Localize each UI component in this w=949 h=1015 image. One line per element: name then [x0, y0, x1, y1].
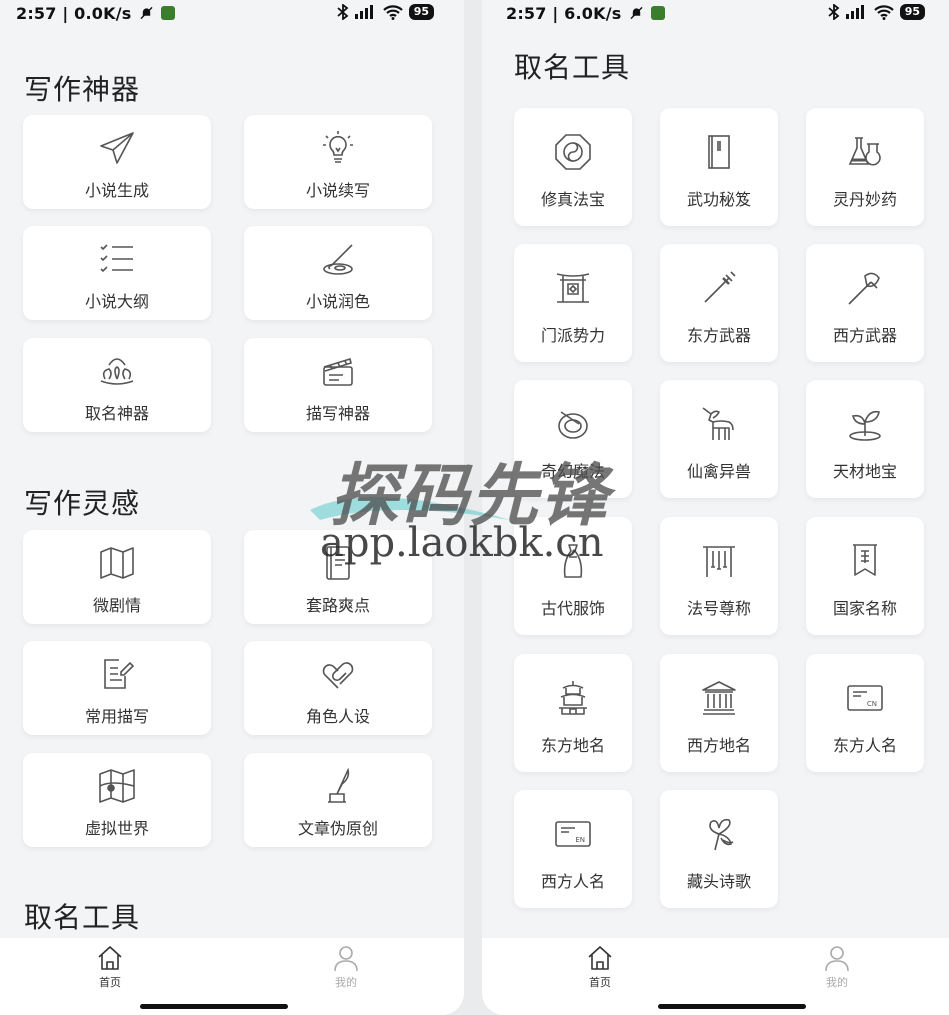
clapperboard-icon: [323, 357, 353, 386]
card-novel-generate[interactable]: 小说生成: [23, 115, 211, 209]
right-screen: 2:57 | 6.0K/s 95 取名工具 修真法宝 武功秘笈 灵丹妙药 门派势…: [482, 0, 949, 1015]
status-time: 2:57 | 0.0K/s: [16, 4, 132, 23]
axe-icon: [848, 272, 880, 305]
left-screen: 2:57 | 0.0K/s 95 写作神器 小说生成 小说续写 小说大纲 小说润…: [0, 0, 464, 1015]
card-martial-arts-manual[interactable]: 武功秘笈: [660, 108, 778, 226]
tab-bar: 首页 我的: [482, 938, 949, 1015]
wifi-icon: [873, 4, 894, 20]
status-time: 2:57 | 6.0K/s: [506, 4, 622, 23]
card-rewrite[interactable]: 文章伪原创: [244, 753, 432, 847]
tab-home[interactable]: 首页: [80, 944, 140, 990]
home-icon: [588, 946, 612, 970]
sword-icon: [704, 271, 736, 303]
card-western-places[interactable]: 西方地名: [660, 654, 778, 772]
bluetooth-icon: [337, 4, 349, 20]
crown-icon: [100, 358, 134, 385]
card-fantasy-magic[interactable]: 奇幻魔法: [514, 380, 632, 498]
card-country-names[interactable]: 国家名称: [806, 517, 924, 635]
tab-home[interactable]: 首页: [570, 944, 630, 990]
app-notification-icon: [161, 6, 176, 20]
brush-palette-icon: [323, 244, 353, 275]
card-ancient-costume[interactable]: 古代服饰: [514, 517, 632, 635]
card-eastern-weapon[interactable]: 东方武器: [660, 244, 778, 362]
user-icon: [334, 946, 358, 972]
home-indicator: [140, 1004, 288, 1009]
home-indicator: [658, 1004, 806, 1009]
card-tropes[interactable]: 套路爽点: [244, 530, 432, 624]
section-title-naming-tools: 取名工具: [24, 901, 141, 934]
id-card-cn-icon: CN: [847, 685, 883, 711]
user-icon: [825, 946, 849, 972]
svg-text:CN: CN: [867, 700, 877, 708]
tab-mine[interactable]: 我的: [316, 944, 376, 990]
card-mythical-beasts[interactable]: 仙禽异兽: [660, 380, 778, 498]
card-western-weapon[interactable]: 西方武器: [806, 244, 924, 362]
card-eastern-person-names[interactable]: CN 东方人名: [806, 654, 924, 772]
section-title-writing-inspiration: 写作灵感: [24, 487, 141, 520]
bell-muted-icon: [630, 6, 643, 20]
wifi-icon: [382, 4, 403, 20]
card-character-design[interactable]: 角色人设: [244, 641, 432, 735]
status-bar: 2:57 | 0.0K/s 95: [0, 0, 464, 28]
section-title-writing-tools: 写作神器: [24, 73, 141, 106]
page-title: 取名工具: [514, 51, 631, 84]
card-cultivation-treasure[interactable]: 修真法宝: [514, 108, 632, 226]
battery-indicator: 95: [899, 4, 925, 20]
signal-icon: [354, 5, 373, 19]
card-micro-plot[interactable]: 微剧情: [23, 530, 211, 624]
card-elixir[interactable]: 灵丹妙药: [806, 108, 924, 226]
world-map-icon: [99, 769, 135, 803]
svg-text:EN: EN: [575, 836, 585, 844]
bell-muted-icon: [140, 6, 153, 20]
book-icon: [326, 546, 350, 580]
battery-indicator: 95: [408, 4, 434, 20]
card-dharma-titles[interactable]: 法号尊称: [660, 517, 778, 635]
chime-icon: [703, 546, 735, 577]
paper-plane-icon: [100, 132, 134, 164]
card-virtual-world[interactable]: 虚拟世界: [23, 753, 211, 847]
card-natural-treasures[interactable]: 天材地宝: [806, 380, 924, 498]
sprout-icon: [849, 410, 881, 441]
temple-icon: [702, 681, 736, 715]
card-name-generator[interactable]: 取名神器: [23, 338, 211, 432]
flask-icon: [848, 137, 881, 166]
bluetooth-icon: [828, 4, 840, 20]
status-bar: 2:57 | 6.0K/s 95: [482, 0, 949, 28]
id-card-en-icon: EN: [555, 821, 591, 847]
ribbon-poem-icon: [709, 818, 734, 851]
card-acrostic-poem[interactable]: 藏头诗歌: [660, 790, 778, 908]
magic-orb-icon: [558, 411, 588, 439]
card-sect-forces[interactable]: 门派势力: [514, 244, 632, 362]
home-icon: [98, 946, 122, 970]
card-eastern-places[interactable]: 东方地名: [514, 654, 632, 772]
note-edit-icon: [104, 659, 135, 689]
lightbulb-icon: [323, 131, 353, 163]
quill-ink-icon: [328, 767, 350, 803]
bagua-icon: [555, 134, 591, 170]
map-icon: [100, 547, 134, 579]
dress-icon: [563, 544, 583, 578]
hearts-icon: [322, 662, 354, 689]
checklist-icon: [100, 244, 133, 273]
scroll-book-icon: [708, 135, 730, 169]
pagoda-icon: [559, 681, 587, 715]
unicorn-icon: [702, 407, 734, 440]
app-notification-icon: [651, 6, 666, 20]
tab-bar: 首页 我的: [0, 938, 464, 1015]
tab-mine[interactable]: 我的: [807, 944, 867, 990]
signal-icon: [845, 5, 864, 19]
card-description-tool[interactable]: 描写神器: [244, 338, 432, 432]
banner-icon: [853, 544, 877, 576]
card-novel-outline[interactable]: 小说大纲: [23, 226, 211, 320]
gate-icon: [556, 273, 590, 303]
card-common-descriptions[interactable]: 常用描写: [23, 641, 211, 735]
card-novel-polish[interactable]: 小说润色: [244, 226, 432, 320]
card-western-person-names[interactable]: EN 西方人名: [514, 790, 632, 908]
card-novel-continue[interactable]: 小说续写: [244, 115, 432, 209]
